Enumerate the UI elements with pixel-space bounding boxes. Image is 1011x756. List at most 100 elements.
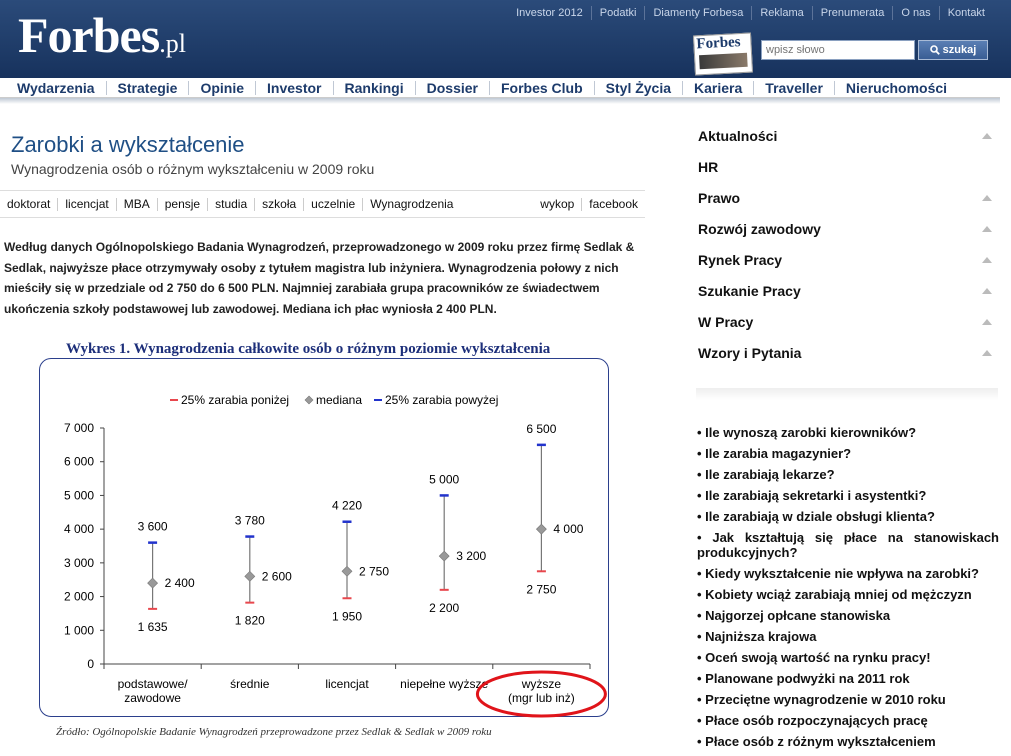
related-article-link[interactable]: • Kiedy wykształcenie nie wpływa na zaro… xyxy=(697,566,999,581)
median-value-label: 3 200 xyxy=(456,549,486,563)
related-article-link[interactable]: • Planowane podwyżki na 2011 rok xyxy=(697,671,999,686)
top-link-reklama[interactable]: Reklama xyxy=(751,6,811,20)
related-article-link[interactable]: • Kobiety wciąż zarabiają mniej od mężcz… xyxy=(697,587,999,602)
median-point xyxy=(535,523,547,535)
magazine-cover-thumbnail[interactable]: Forbes xyxy=(692,32,754,76)
x-category-label: niepełne wyższe xyxy=(400,677,488,691)
article-body: Według danych Ogólnopolskiego Badania Wy… xyxy=(4,240,635,317)
y-tick-label: 6 000 xyxy=(64,455,94,469)
nav-item-wydarzenia[interactable]: Wydarzenia xyxy=(0,81,106,95)
search-button[interactable]: szukaj xyxy=(918,40,988,60)
top-link-o-nas[interactable]: O nas xyxy=(892,6,938,20)
nav-item-rankingi[interactable]: Rankingi xyxy=(332,80,415,95)
share-facebook[interactable]: facebook xyxy=(581,197,645,211)
sidebar-item-rozwoj-zawodowy[interactable]: Rozwój zawodowy xyxy=(696,213,998,244)
legend-low-label: 25% zarabia poniżej xyxy=(181,393,289,407)
median-value-label: 2 750 xyxy=(359,564,389,578)
article-title: Zarobki a wykształcenie xyxy=(11,132,245,157)
nav-item-traveller[interactable]: Traveller xyxy=(753,80,834,95)
nav-item-strategie[interactable]: Strategie xyxy=(105,80,189,95)
collapse-arrow-icon[interactable] xyxy=(982,318,992,325)
nav-item-opinie[interactable]: Opinie xyxy=(188,80,255,95)
tag-mba[interactable]: MBA xyxy=(115,197,157,211)
nav-shadow xyxy=(0,98,1000,104)
top-link-investor[interactable]: Investor 2012 xyxy=(508,6,591,20)
low-value-label: 2 200 xyxy=(429,601,459,615)
high-value-label: 6 500 xyxy=(526,422,556,436)
share-wykop[interactable]: wykop xyxy=(533,197,581,211)
related-article-link[interactable]: • Oceń swoją wartość na rynku pracy! xyxy=(697,650,999,665)
tag-wynagrodzenia[interactable]: Wynagrodzenia xyxy=(362,197,460,211)
sidebar-item-prawo[interactable]: Prawo xyxy=(696,182,998,213)
collapse-arrow-icon[interactable] xyxy=(982,287,992,294)
median-point xyxy=(341,565,353,577)
related-article-link[interactable]: • Płace osób z różnym wykształceniem xyxy=(697,734,999,749)
collapse-arrow-icon[interactable] xyxy=(982,225,992,232)
x-category-label: podstawowe/ xyxy=(118,677,189,691)
collapse-arrow-icon[interactable] xyxy=(982,256,992,263)
related-article-link[interactable]: • Ile zarabiają lekarze? xyxy=(697,467,999,482)
legend-median-label: mediana xyxy=(316,393,362,407)
top-link-diamenty[interactable]: Diamenty Forbesa xyxy=(644,6,751,20)
nav-item-nieruchomosci[interactable]: Nieruchomości xyxy=(833,80,958,95)
related-article-link[interactable]: • Ile wynoszą zarobki kierowników? xyxy=(697,425,999,440)
related-article-link[interactable]: • Ile zarabiają sekretarki i asystentki? xyxy=(697,488,999,503)
sidebar-item-w-pracy[interactable]: W Pracy xyxy=(696,306,998,337)
site-header: Forbes.pl Investor 2012 Podatki Diamenty… xyxy=(0,0,1011,78)
median-value-label: 2 600 xyxy=(262,569,292,583)
tag-licencjat[interactable]: licencjat xyxy=(57,197,115,211)
collapse-arrow-icon[interactable] xyxy=(982,132,992,139)
nav-item-styl-zycia[interactable]: Styl Życia xyxy=(593,80,682,95)
main-nav: Wydarzenia Strategie Opinie Investor Ran… xyxy=(0,78,1000,98)
sidebar-item-aktualnosci[interactable]: Aktualności xyxy=(696,120,998,151)
top-link-prenumerata[interactable]: Prenumerata xyxy=(811,6,893,20)
low-value-label: 1 820 xyxy=(235,614,265,628)
y-tick-label: 0 xyxy=(87,657,94,671)
x-category-label: (mgr lub inż) xyxy=(508,691,575,705)
low-value-label: 1 635 xyxy=(138,620,168,634)
sidebar-item-wzory-i-pytania[interactable]: Wzory i Pytania xyxy=(696,337,998,368)
search-input[interactable] xyxy=(761,40,915,60)
related-article-link[interactable]: • Jak kształtują się płace na stanowiska… xyxy=(697,530,999,560)
y-tick-label: 7 000 xyxy=(64,421,94,435)
nav-item-forbes-club[interactable]: Forbes Club xyxy=(488,80,594,95)
forbes-logo[interactable]: Forbes.pl xyxy=(18,6,186,64)
high-value-label: 3 600 xyxy=(138,520,168,534)
tag-pensje[interactable]: pensje xyxy=(156,197,207,211)
tag-studia[interactable]: studia xyxy=(207,197,254,211)
collapse-arrow-icon[interactable] xyxy=(982,194,992,201)
sidebar-item-rynek-pracy[interactable]: Rynek Pracy xyxy=(696,244,998,275)
related-article-link[interactable]: • Ile zarabiają w dziale obsługi klienta… xyxy=(697,509,999,524)
sidebar-item-szukanie-pracy[interactable]: Szukanie Pracy xyxy=(696,275,998,306)
top-link-kontakt[interactable]: Kontakt xyxy=(938,6,993,20)
nav-item-kariera[interactable]: Kariera xyxy=(682,80,753,95)
high-value-label: 5 000 xyxy=(429,472,459,486)
tag-szkola[interactable]: szkoła xyxy=(254,197,303,211)
high-value-label: 3 780 xyxy=(235,514,265,528)
median-point xyxy=(244,570,256,582)
legend-high-label: 25% zarabia powyżej xyxy=(385,393,498,407)
related-article-link[interactable]: • Najniższa krajowa xyxy=(697,629,999,644)
related-article-link[interactable]: • Najgorzej opłcane stanowiska xyxy=(697,608,999,623)
sidebar-item-hr[interactable]: HR xyxy=(696,151,998,182)
related-articles: • Ile wynoszą zarobki kierowników? • Ile… xyxy=(697,425,999,755)
median-point xyxy=(147,577,159,589)
median-value-label: 4 000 xyxy=(553,522,583,536)
tag-uczelnie[interactable]: uczelnie xyxy=(303,197,362,211)
median-point xyxy=(438,550,450,562)
related-article-link[interactable]: • Ile zarabia magazynier? xyxy=(697,446,999,461)
median-value-label: 2 400 xyxy=(165,576,195,590)
top-nav: Investor 2012 Podatki Diamenty Forbesa R… xyxy=(508,6,993,20)
high-value-label: 4 220 xyxy=(332,499,362,513)
nav-item-dossier[interactable]: Dossier xyxy=(414,80,489,95)
x-category-label: średnie xyxy=(230,677,270,691)
sidebar-categories: Aktualności HR Prawo Rozwój zawodowy Ryn… xyxy=(696,120,998,368)
top-link-podatki[interactable]: Podatki xyxy=(590,6,645,20)
low-value-label: 1 950 xyxy=(332,609,362,623)
related-article-link[interactable]: • Przeciętne wynagrodzenie w 2010 roku xyxy=(697,692,999,707)
y-tick-label: 3 000 xyxy=(64,556,94,570)
collapse-arrow-icon[interactable] xyxy=(982,349,992,356)
nav-item-investor[interactable]: Investor xyxy=(255,80,332,95)
tag-doktorat[interactable]: doktorat xyxy=(0,197,57,211)
related-article-link[interactable]: • Płace osób rozpoczynających pracę xyxy=(697,713,999,728)
